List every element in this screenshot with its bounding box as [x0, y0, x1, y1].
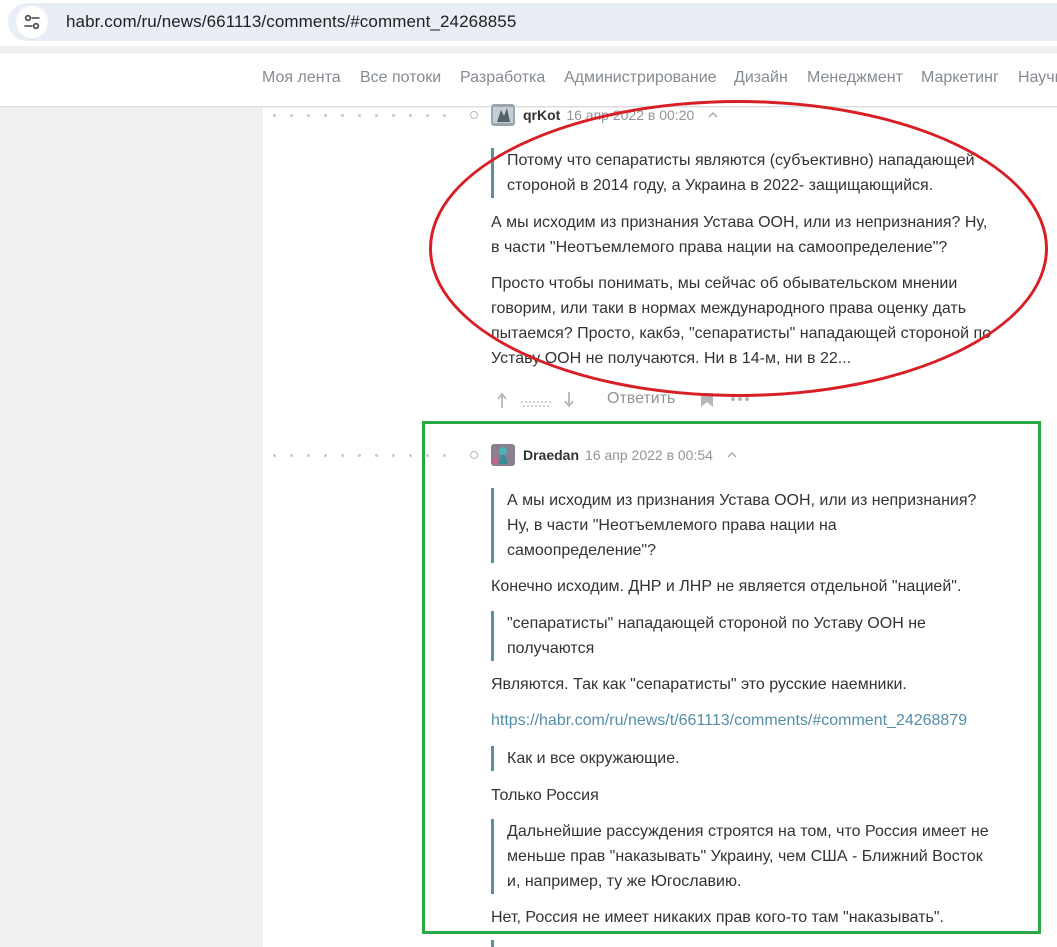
rating-placeholder-icon: [521, 401, 551, 407]
nav-my-feed[interactable]: Моя лента: [262, 69, 341, 87]
nav-science[interactable]: Научп: [1018, 69, 1057, 87]
nav-administration[interactable]: Администрирование: [564, 69, 717, 87]
address-bar[interactable]: habr.com/ru/news/661113/comments/#commen…: [8, 3, 1057, 41]
url-text[interactable]: habr.com/ru/news/661113/comments/#commen…: [66, 12, 516, 32]
nav-development[interactable]: Разработка: [460, 69, 545, 87]
nav-design[interactable]: Дизайн: [734, 69, 788, 87]
annotation-green-rectangle: [422, 421, 1041, 934]
thread-indent-dots: [273, 111, 483, 119]
nav-management[interactable]: Менеджмент: [807, 69, 903, 87]
avatar[interactable]: [491, 104, 515, 126]
habr-nav: Моя лента Все потоки Разработка Админист…: [0, 52, 1057, 107]
nav-all-streams[interactable]: Все потоки: [360, 69, 441, 87]
arrow-up-icon[interactable]: [497, 391, 507, 409]
nav-marketing[interactable]: Маркетинг: [921, 69, 999, 87]
comment-author[interactable]: qrKot: [523, 107, 560, 123]
comment-actions: [497, 389, 575, 411]
quote-bar: [491, 940, 494, 947]
arrow-down-icon[interactable]: [563, 391, 575, 409]
annotation-red-ellipse: [429, 100, 1048, 397]
site-settings-icon[interactable]: [16, 6, 48, 38]
browser-toolbar: habr.com/ru/news/661113/comments/#commen…: [0, 0, 1057, 46]
